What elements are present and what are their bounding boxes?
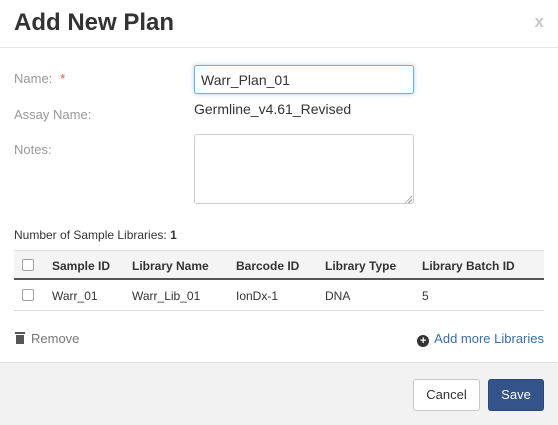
sample-library-count: Number of Sample Libraries: 1 <box>14 228 177 242</box>
table-header: Sample ID Library Name Barcode ID Librar… <box>14 250 544 280</box>
column-header-sample-id[interactable]: Sample ID <box>52 259 110 273</box>
dialog-title: Add New Plan <box>14 9 175 36</box>
table-row[interactable]: Warr_01 Warr_Lib_01 IonDx-1 DNA 5 <box>14 280 544 311</box>
cell-library-name: Warr_Lib_01 <box>132 289 201 303</box>
remove-label: Remove <box>31 331 80 346</box>
column-header-library-name[interactable]: Library Name <box>132 259 209 273</box>
close-icon[interactable]: x <box>535 12 544 32</box>
notes-textarea[interactable] <box>194 134 414 204</box>
row-checkbox[interactable] <box>22 289 34 301</box>
cancel-button[interactable]: Cancel <box>413 379 480 411</box>
dialog-footer: Cancel Save <box>0 362 558 425</box>
required-mark: * <box>60 71 66 86</box>
trash-icon <box>15 332 25 344</box>
assay-name-value: Germline_v4.61_Revised <box>194 101 352 117</box>
assay-name-label: Assay Name: <box>14 107 92 122</box>
cell-library-batch-id: 5 <box>422 289 429 303</box>
plan-name-input[interactable] <box>194 65 414 94</box>
name-label-text: Name: <box>14 71 53 86</box>
remove-button[interactable]: Remove <box>15 331 79 347</box>
cell-sample-id: Warr_01 <box>52 289 98 303</box>
add-more-libraries-label: Add more Libraries <box>434 331 544 346</box>
column-header-library-batch-id[interactable]: Library Batch ID <box>422 259 515 273</box>
notes-label: Notes: <box>14 142 52 157</box>
column-header-library-type[interactable]: Library Type <box>325 259 396 273</box>
sample-library-count-label: Number of Sample Libraries: <box>14 228 167 242</box>
cell-barcode-id: IonDx-1 <box>236 289 279 303</box>
sample-library-count-value: 1 <box>170 228 177 242</box>
save-button[interactable]: Save <box>488 379 544 411</box>
cell-library-type: DNA <box>325 289 351 303</box>
add-more-libraries-link[interactable]: + Add more Libraries <box>417 331 544 347</box>
column-header-barcode-id[interactable]: Barcode ID <box>236 259 299 273</box>
dialog-header: Add New Plan x <box>0 0 558 48</box>
plus-circle-icon: + <box>417 335 430 347</box>
name-label: Name: * <box>14 71 65 87</box>
resize-grip-icon[interactable] <box>404 195 412 203</box>
select-all-checkbox[interactable] <box>22 259 34 271</box>
